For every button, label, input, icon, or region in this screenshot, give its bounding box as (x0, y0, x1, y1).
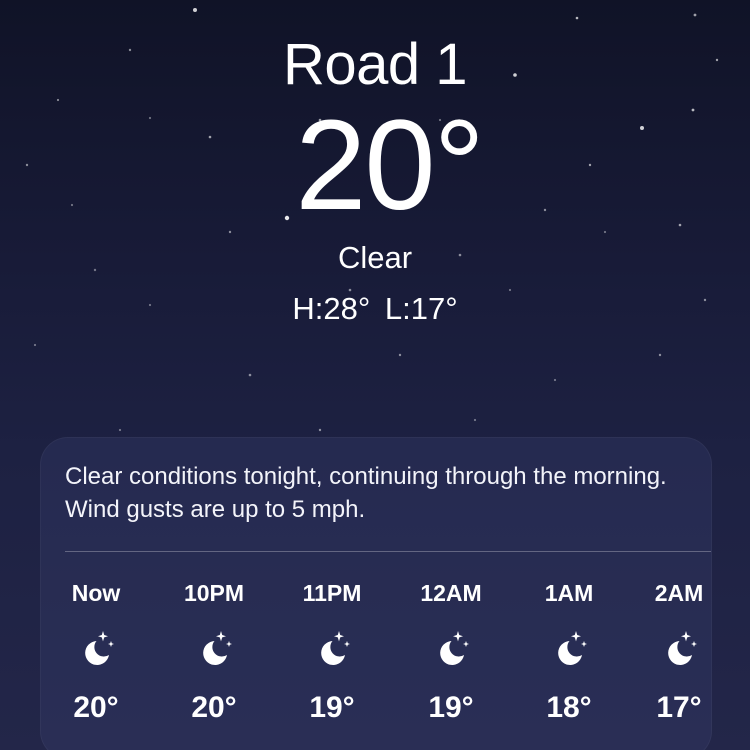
hour-item: Now 20° (41, 568, 151, 728)
hour-temperature: 19° (309, 691, 355, 724)
hour-label: 2AM (654, 580, 704, 606)
location-name: Road 1 (282, 32, 468, 97)
high-low-temperature: H:28° L:17° (292, 291, 458, 326)
hour-item: 10PM 20° (159, 568, 269, 728)
moon-stars-icon (668, 631, 697, 665)
forecast-summary: Clear conditions tonight, continuing thr… (65, 463, 667, 523)
hour-item: 1AM 18° (514, 568, 624, 728)
moon-stars-icon (203, 631, 232, 665)
moon-stars-icon (440, 631, 469, 665)
current-condition: Clear (337, 240, 413, 275)
moon-stars-icon (321, 631, 350, 665)
hour-temperature: 17° (656, 691, 702, 724)
current-temperature: 20° (295, 94, 485, 237)
hour-temperature: 20° (191, 691, 237, 724)
hour-label: 10PM (183, 580, 245, 606)
hour-item: 12AM 19° (396, 568, 506, 728)
hour-label: Now (71, 580, 121, 606)
moon-stars-icon (85, 631, 114, 665)
hour-label: 11PM (302, 580, 362, 606)
hourly-forecast-card[interactable]: Clear conditions tonight, continuing thr… (40, 437, 712, 750)
hour-label: 1AM (544, 580, 594, 606)
hour-temperature: 19° (428, 691, 474, 724)
hourly-forecast-row[interactable]: Now 20° 10PM 20° 11PM 19° 12AM 19° 1AM 1… (41, 568, 711, 728)
hour-temperature: 18° (546, 691, 592, 724)
hour-label: 12AM (420, 580, 482, 606)
moon-stars-icon (558, 631, 587, 665)
hour-item: 11PM 19° (277, 568, 387, 728)
hour-item: 2AM 17° (624, 568, 711, 728)
hour-temperature: 20° (73, 691, 119, 724)
divider (65, 551, 711, 552)
